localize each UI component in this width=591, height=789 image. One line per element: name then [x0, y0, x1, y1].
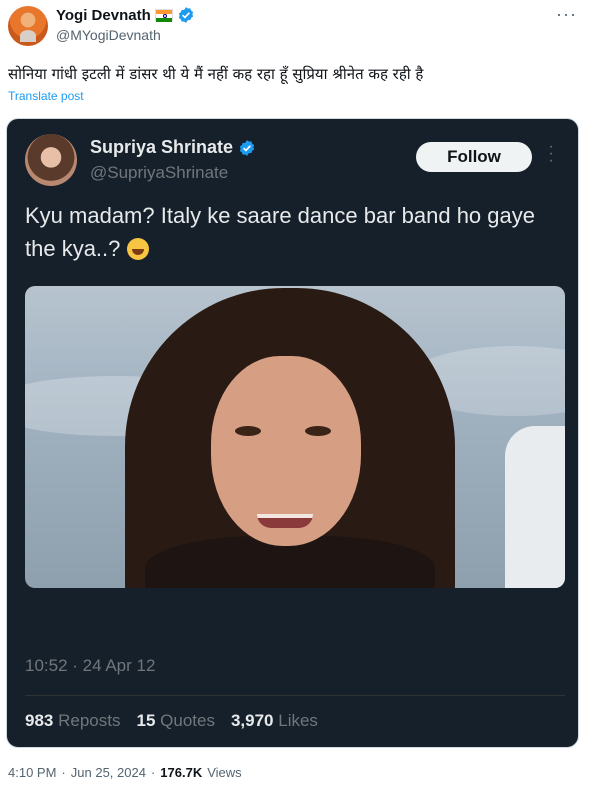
embedded-author-name: Supriya Shrinate	[90, 137, 234, 157]
meta-separator: ·	[61, 765, 66, 780]
likes-count: 3,970	[230, 711, 274, 730]
post-time[interactable]: 4:10 PM	[8, 765, 56, 780]
laughing-with-tears-emoji-icon	[126, 238, 149, 260]
author-handle[interactable]: @MYogiDevnath	[56, 27, 161, 43]
embedded-photo	[25, 286, 565, 588]
divider	[25, 695, 565, 696]
meta-separator-2: ·	[150, 765, 156, 780]
author-avatar[interactable]	[8, 6, 48, 46]
verified-badge-icon	[178, 7, 193, 23]
more-vertical-icon: · · ·	[548, 138, 554, 169]
embedded-tweet-text: Kyu madam? Italy ke saare dance bar band…	[25, 199, 565, 265]
embedded-timestamp: 10:52 · 24 Apr 12	[25, 656, 156, 675]
embedded-author-name-row: Supriya Shrinate	[90, 137, 256, 158]
india-flag-icon	[154, 9, 173, 22]
embedded-tweet-image[interactable]: Supriya Shrinate @SupriyaShrinate Follow…	[6, 118, 579, 748]
embedded-follow-button: Follow	[416, 142, 532, 172]
quotes-count: 15	[136, 711, 156, 730]
post-text: सोनिया गांधी इटली में डांसर थी ये मैं नह…	[8, 65, 424, 83]
embedded-verified-badge-icon	[239, 139, 255, 156]
quotes-label: Quotes	[160, 711, 215, 730]
embedded-stats-row: 983 Reposts 15 Quotes 3,970 Likes	[25, 711, 318, 731]
likes-label: Likes	[278, 711, 318, 730]
post-header: Yogi Devnath @MYogiDevnath ···	[0, 0, 591, 56]
more-horizontal-icon[interactable]: ···	[556, 4, 577, 25]
reposts-count: 983	[25, 711, 54, 730]
reposts-stat: 983 Reposts	[25, 711, 120, 731]
quotes-stat: 15 Quotes	[136, 711, 214, 731]
post-meta: 4:10 PM · Jun 25, 2024 · 176.7K Views	[8, 765, 242, 780]
likes-stat: 3,970 Likes	[231, 711, 318, 731]
embedded-author-avatar	[25, 134, 77, 186]
views-count[interactable]: 176.7K	[160, 765, 202, 780]
author-name-row: Yogi Devnath	[56, 6, 195, 24]
embedded-tweet-text-content: Kyu madam? Italy ke saare dance bar band…	[25, 203, 535, 261]
reposts-label: Reposts	[58, 711, 121, 730]
author-name[interactable]: Yogi Devnath	[56, 7, 151, 24]
views-label[interactable]: Views	[207, 765, 241, 780]
embedded-author-handle: @SupriyaShrinate	[90, 163, 229, 182]
post-date[interactable]: Jun 25, 2024	[71, 765, 146, 780]
translate-post-link[interactable]: Translate post	[8, 89, 84, 103]
